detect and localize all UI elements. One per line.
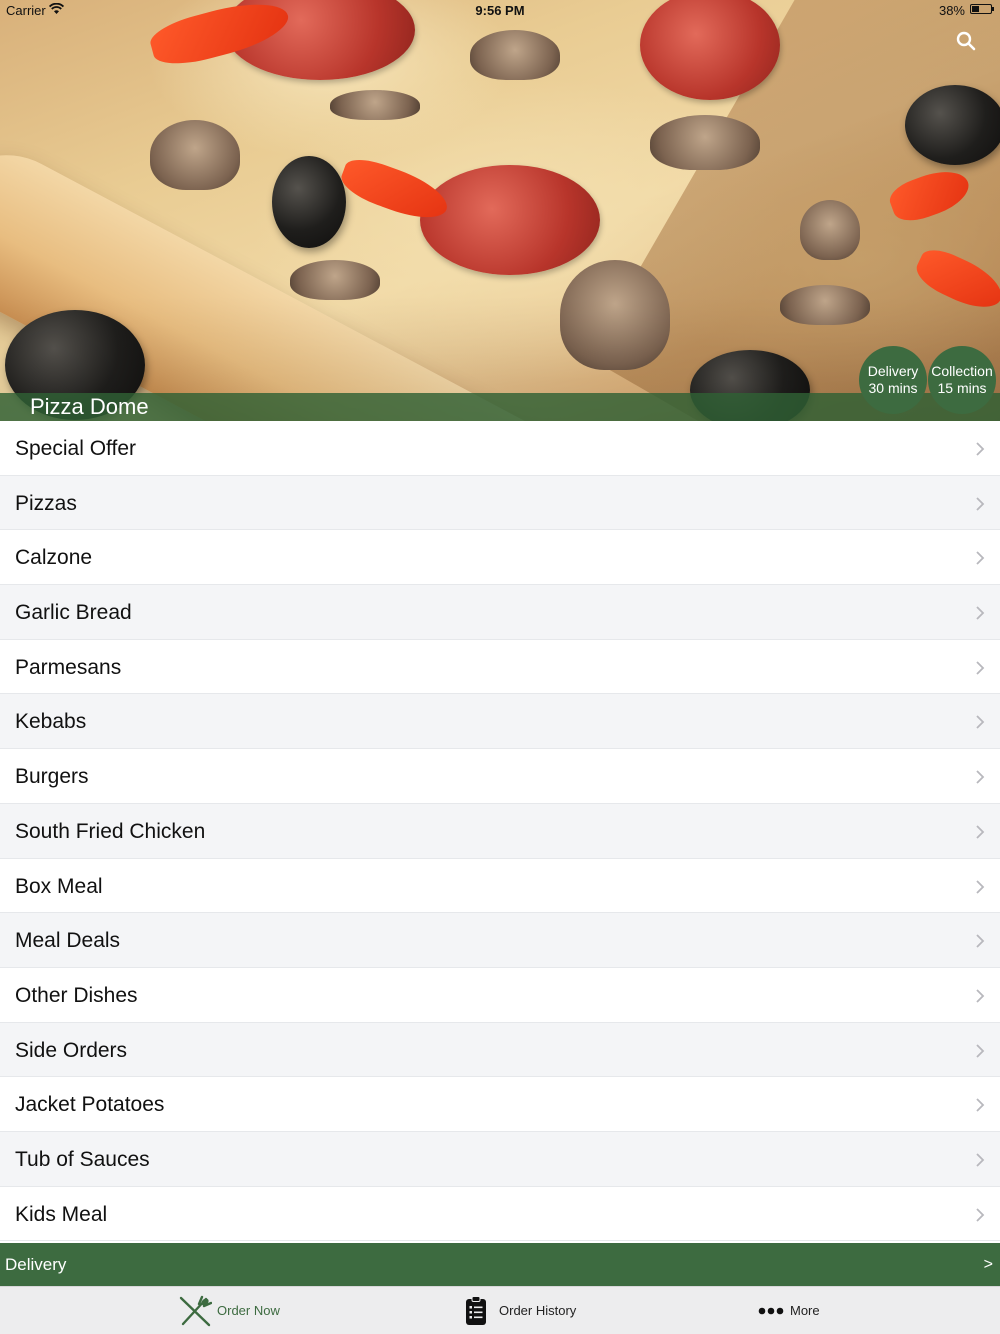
tab-bar: Order Now Order History More [0, 1286, 1000, 1334]
chevron-right-icon [976, 1207, 985, 1222]
menu-item-tub-of-sauces[interactable]: Tub of Sauces [0, 1131, 1000, 1187]
chevron-right-icon [976, 879, 985, 894]
clock: 9:56 PM [475, 3, 525, 18]
chevron-right-icon [976, 551, 985, 566]
menu-item-label: Kids Meal [15, 1202, 108, 1226]
search-icon[interactable] [956, 31, 976, 51]
chevron-right-icon [976, 1043, 985, 1058]
tab-order-now[interactable]: Order Now [178, 1287, 288, 1334]
tab-order-history[interactable]: Order History [465, 1287, 585, 1334]
menu-item-label: Special Offer [15, 437, 137, 460]
delivery-badge-title: Delivery [867, 363, 919, 379]
order-mode-arrow-icon: > [983, 1256, 993, 1273]
menu-item-side-orders[interactable]: Side Orders [0, 1022, 1000, 1078]
app-screen: Carrier 9:56 PM 38% Pizza Dome Delivery … [0, 0, 1000, 1334]
chevron-right-icon [976, 497, 985, 511]
menu-item-label: Other Dishes [15, 983, 138, 1007]
menu-item-kebabs[interactable]: Kebabs [0, 694, 1000, 750]
menu-item-label: Kebabs [15, 710, 87, 734]
fork-knife-icon [179, 1295, 212, 1327]
menu-item-box-meal[interactable]: Box Meal [0, 858, 1000, 914]
menu-item-label: Calzone [15, 546, 93, 570]
restaurant-title-band: Pizza Dome [0, 393, 1000, 421]
tab-order-history-label: Order History [499, 1303, 577, 1318]
menu-item-pizzas[interactable]: Pizzas [0, 475, 1000, 531]
order-mode-delivery-bar[interactable]: Delivery > [0, 1243, 1000, 1286]
chevron-right-icon [976, 1153, 985, 1167]
menu-item-label: Tub of Sauces [15, 1147, 150, 1171]
menu-item-label: Box Meal [15, 874, 103, 898]
menu-item-calzone[interactable]: Calzone [0, 530, 1000, 586]
battery-level [972, 6, 979, 12]
menu-item-label: Meal Deals [15, 929, 121, 953]
menu-item-burgers[interactable]: Burgers [0, 749, 1000, 804]
menu-item-special-offer[interactable]: Special Offer [0, 421, 1000, 476]
chevron-right-icon [976, 825, 985, 839]
menu-item-label: South Fried Chicken [15, 819, 206, 843]
clipboard-list-icon [466, 1296, 486, 1325]
collection-badge-title: Collection [931, 363, 993, 379]
delivery-badge-time: 30 mins [868, 380, 918, 396]
menu-item-label: Garlic Bread [15, 601, 132, 625]
menu-item-label: Jacket Potatoes [15, 1093, 165, 1117]
menu-category-list: Special Offer Pizzas Calzone Garlic Brea… [0, 421, 1000, 1242]
tab-order-now-label: Order Now [217, 1303, 280, 1318]
chevron-right-icon [976, 989, 985, 1003]
delivery-time-badge: Delivery 30 mins [859, 346, 927, 414]
chevron-right-icon [976, 715, 985, 730]
restaurant-name: Pizza Dome [30, 394, 149, 419]
battery-percent: 38% [938, 3, 965, 18]
collection-time-badge: Collection 15 mins [928, 346, 996, 414]
menu-item-other-dishes[interactable]: Other Dishes [0, 967, 1000, 1023]
menu-item-label: Burgers [15, 765, 89, 789]
menu-item-garlic-bread[interactable]: Garlic Bread [0, 585, 1000, 640]
menu-item-jacket-potatoes[interactable]: Jacket Potatoes [0, 1077, 1000, 1132]
menu-item-kids-meal[interactable]: Kids Meal [0, 1186, 1000, 1242]
menu-item-label: Pizzas [15, 491, 77, 515]
tab-more-label: More [790, 1303, 820, 1318]
menu-item-meal-deals[interactable]: Meal Deals [0, 913, 1000, 968]
battery-icon [970, 4, 994, 14]
hero-shade [0, 0, 1000, 421]
menu-item-label: Parmesans [15, 655, 122, 679]
hero-pizza-image [0, 0, 1000, 421]
menu-item-parmesans[interactable]: Parmesans [0, 639, 1000, 695]
chevron-right-icon [976, 661, 985, 675]
menu-item-label: Side Orders [15, 1038, 128, 1062]
status-bar: Carrier 9:56 PM 38% [0, 0, 1000, 22]
collection-badge-time: 15 mins [937, 380, 987, 396]
chevron-right-icon [976, 442, 985, 456]
more-dots-icon [758, 1307, 784, 1315]
menu-item-south-fried-chicken[interactable]: South Fried Chicken [0, 803, 1000, 859]
chevron-right-icon [976, 934, 985, 948]
chevron-right-icon [976, 1098, 985, 1112]
chevron-right-icon [976, 770, 985, 784]
tab-more[interactable]: More [758, 1287, 828, 1334]
order-mode-label: Delivery [5, 1255, 67, 1274]
chevron-right-icon [976, 606, 985, 620]
